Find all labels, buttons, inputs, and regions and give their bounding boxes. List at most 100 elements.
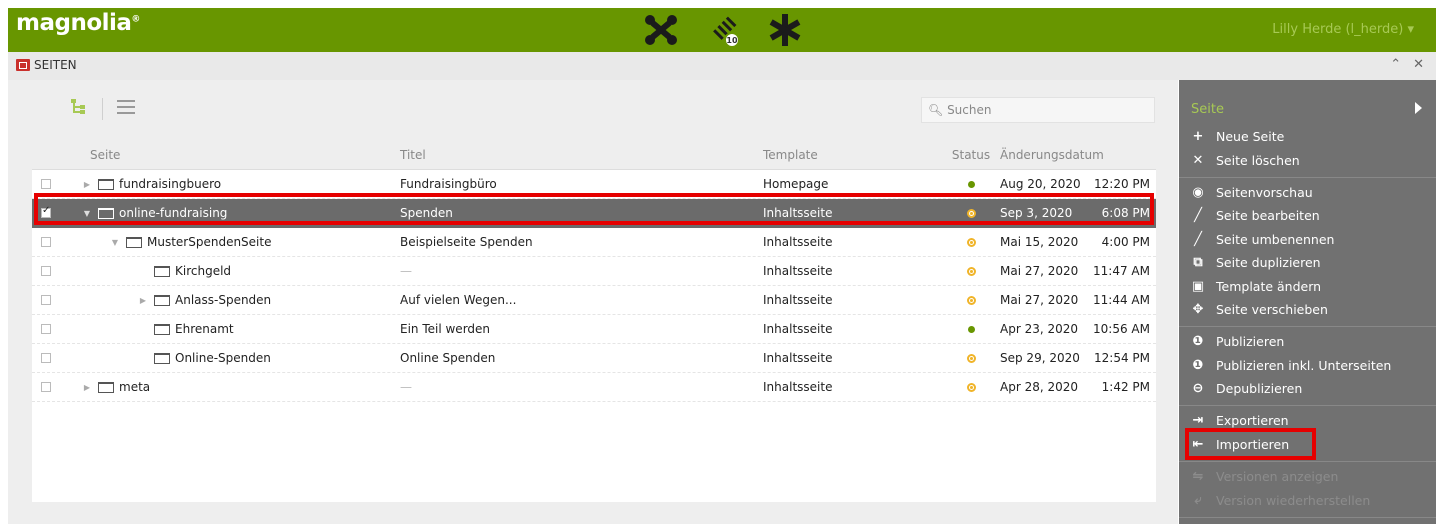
plus-icon: +	[1192, 129, 1204, 145]
modified-time: 4:00 PM	[1101, 235, 1150, 249]
action-group: ⇥ Exportieren ⇤ Importieren	[1179, 406, 1436, 463]
page-title: Online Spenden	[400, 351, 496, 365]
pulse-icon[interactable]: 10	[704, 12, 742, 48]
action-neue-seite[interactable]: + Neue Seite	[1179, 125, 1436, 148]
action-label: Publizieren inkl. Unterseiten	[1216, 357, 1392, 373]
column-seite[interactable]: Seite	[60, 148, 398, 162]
modified-time: 10:56 AM	[1093, 322, 1150, 336]
status-icon	[966, 353, 976, 363]
action-version-wiederherstellen: ⤶ Version wiederherstellen	[1179, 488, 1436, 511]
page-icon	[154, 265, 170, 277]
grid-header: Seite Titel Template Status Änderungsdat…	[32, 140, 1156, 170]
modified-date: Mai 27, 2020	[1000, 264, 1079, 278]
action-publizieren-inkl-unterseiten[interactable]: ❶ Publizieren inkl. Unterseiten	[1179, 354, 1436, 377]
row-checkbox[interactable]	[41, 353, 51, 363]
action-group: + Neue Seite ✕ Seite löschen	[1179, 122, 1436, 178]
status-icon	[966, 382, 976, 392]
collapse-arrow-icon[interactable]	[1415, 102, 1422, 114]
tree-view-icon[interactable]	[70, 98, 88, 120]
action-exportieren[interactable]: ⇥ Exportieren	[1179, 409, 1436, 432]
page-title: Fundraisingbüro	[400, 177, 497, 191]
action-seitenvorschau[interactable]: ◉ Seitenvorschau	[1179, 181, 1436, 204]
action-versionen-anzeigen: ⇋ Versionen anzeigen	[1179, 465, 1436, 488]
column-status[interactable]: Status	[946, 148, 996, 162]
row-checkbox[interactable]	[41, 382, 51, 392]
list-view-icon[interactable]	[117, 99, 135, 119]
row-checkbox[interactable]	[41, 205, 51, 218]
page-name: Anlass-Spenden	[175, 293, 272, 307]
expand-arrow-icon[interactable]: ▶	[82, 383, 92, 392]
page-icon	[154, 294, 170, 306]
page-name: MusterSpendenSeite	[147, 235, 272, 249]
close-app-icon[interactable]: ✕	[1413, 57, 1424, 72]
page-name: Ehrenamt	[175, 322, 234, 336]
user-menu[interactable]: Lilly Herde (l_herde) ▾	[1272, 22, 1414, 37]
action-seite-loeschen[interactable]: ✕ Seite löschen	[1179, 148, 1436, 171]
modified-time: 12:20 PM	[1094, 177, 1150, 191]
action-bar-header[interactable]: Seite	[1179, 80, 1436, 122]
page-name: meta	[119, 380, 151, 394]
modified-time: 11:47 AM	[1093, 264, 1150, 278]
row-checkbox[interactable]	[41, 179, 51, 189]
expand-arrow-icon[interactable]: ▶	[138, 296, 148, 305]
export-icon: ⇥	[1192, 413, 1204, 429]
expanded-arrow-icon[interactable]: ▼	[110, 238, 120, 247]
action-template-aendern[interactable]: ▣ Template ändern	[1179, 274, 1436, 297]
app-header: SEITEN ⌃ ✕	[8, 52, 1436, 80]
action-seite-bearbeiten[interactable]: ╱ Seite bearbeiten	[1179, 204, 1436, 227]
expand-arrow-icon[interactable]: ▶	[82, 180, 92, 189]
row-checkbox[interactable]	[41, 237, 51, 247]
action-label: Seite verschieben	[1216, 301, 1328, 317]
favorites-icon[interactable]	[766, 12, 804, 48]
publish-icon: ❶	[1192, 334, 1204, 350]
action-importieren[interactable]: ⇤ Importieren	[1179, 433, 1436, 456]
row-checkbox[interactable]	[41, 295, 51, 305]
page-template: Homepage	[763, 177, 829, 191]
magnolia-logo[interactable]: magnolia®	[16, 10, 140, 36]
page-template: Inhaltsseite	[763, 293, 833, 307]
action-seite-duplizieren[interactable]: ⧉ Seite duplizieren	[1179, 251, 1436, 274]
import-icon: ⇤	[1192, 436, 1204, 452]
row-checkbox[interactable]	[41, 266, 51, 276]
app-launcher-icon[interactable]	[642, 12, 680, 48]
close-icon: ✕	[1192, 152, 1204, 168]
modified-date: Aug 20, 2020	[1000, 177, 1081, 191]
action-publizieren[interactable]: ❶ Publizieren	[1179, 330, 1436, 353]
status-icon	[967, 325, 975, 333]
column-titel[interactable]: Titel	[398, 148, 761, 162]
table-row[interactable]: ▼ MusterSpendenSeite Beispielseite Spend…	[32, 228, 1156, 257]
table-row[interactable]: Ehrenamt Ein Teil werden Inhaltsseite Ap…	[32, 315, 1156, 344]
move-icon: ✥	[1192, 301, 1204, 317]
table-row[interactable]: ▼ online-fundraising Spenden Inhaltsseit…	[32, 199, 1156, 228]
action-label: Seite umbenennen	[1216, 231, 1335, 247]
modified-date: Mai 15, 2020	[1000, 235, 1079, 249]
action-label: Seite duplizieren	[1216, 255, 1321, 271]
app-title-label: SEITEN	[34, 58, 77, 72]
column-template[interactable]: Template	[761, 148, 946, 162]
pencil-icon: ╱	[1194, 208, 1202, 224]
search-input[interactable]: 🔍︎ Suchen	[921, 97, 1155, 123]
table-row[interactable]: Online-Spenden Online Spenden Inhaltssei…	[32, 344, 1156, 373]
action-seite-verschieben[interactable]: ✥ Seite verschieben	[1179, 298, 1436, 321]
status-icon	[966, 295, 976, 305]
action-group: ◉ Seitenvorschau ╱ Seite bearbeiten ╱ Seite u…	[1179, 178, 1436, 328]
fullscreen-icon[interactable]: ⌃	[1390, 57, 1401, 72]
action-bar-title: Seite	[1191, 102, 1224, 117]
page-icon	[154, 352, 170, 364]
expanded-arrow-icon[interactable]: ▼	[82, 209, 92, 218]
action-seite-umbenennen[interactable]: ╱ Seite umbenennen	[1179, 228, 1436, 251]
column-aenderungsdatum[interactable]: Änderungsdatum	[996, 148, 1150, 162]
table-row[interactable]: Kirchgeld — Inhaltsseite Mai 27, 2020 11…	[32, 257, 1156, 286]
notification-badge: 10	[724, 32, 740, 48]
status-icon	[967, 180, 975, 188]
status-icon	[966, 266, 976, 276]
table-row[interactable]: ▶ Anlass-Spenden Auf vielen Wegen... Inh…	[32, 286, 1156, 315]
row-checkbox[interactable]	[41, 324, 51, 334]
table-row[interactable]: ▶ fundraisingbuero Fundraisingbüro Homep…	[32, 170, 1156, 199]
action-depublizieren[interactable]: ⊖ Depublizieren	[1179, 377, 1436, 400]
modified-date: Sep 29, 2020	[1000, 351, 1080, 365]
table-row[interactable]: ▶ meta — Inhaltsseite Apr 28, 2020 1:42 …	[32, 373, 1156, 402]
top-bar: magnolia® 10 Lilly Herde (l_herde) ▾	[8, 8, 1436, 52]
page-template: Inhaltsseite	[763, 235, 833, 249]
page-template: Inhaltsseite	[763, 351, 833, 365]
